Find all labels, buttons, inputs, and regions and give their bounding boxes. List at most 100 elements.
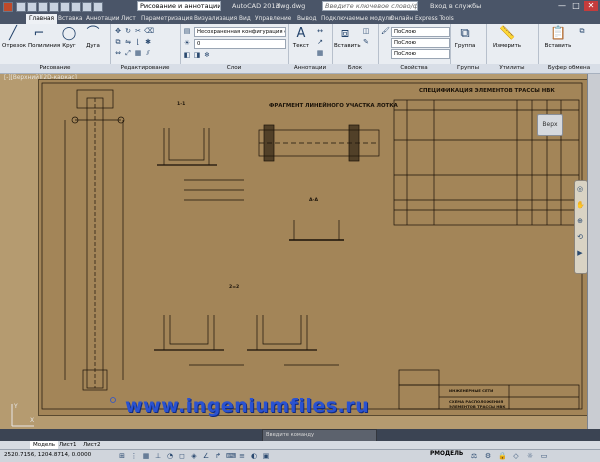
app-menu-icon[interactable] [3,2,13,12]
steering-wheel-icon[interactable]: ◎ [576,185,584,193]
paste-button[interactable]: 📋 Вставить [544,26,572,49]
groups-panel-label[interactable]: Группы [450,64,486,73]
stretch-icon[interactable]: ⇔ [114,49,122,57]
layer-bulb-icon[interactable]: ☀ [183,39,191,47]
quick-properties-icon[interactable]: ▣ [262,452,270,460]
quick-access-dropdown-icon[interactable] [93,2,103,12]
table-icon[interactable]: ▦ [316,49,324,57]
pan-icon[interactable]: ✋ [576,201,585,209]
trim-icon[interactable]: ✂ [134,27,142,35]
layout-tab-sheet1[interactable]: Лист1 [56,441,79,449]
tab-parametric[interactable]: Параметризация [138,14,196,24]
group-button[interactable]: ⧉ Группа [454,26,476,49]
isolate-objects-icon[interactable]: ☼ [526,452,534,460]
fillet-icon[interactable]: ⌊ [134,38,142,46]
layers-panel-label[interactable]: Слои [180,64,288,73]
model-space-toggle[interactable]: РМОДЕЛЬ [430,451,463,457]
tab-layout[interactable]: Лист [118,14,139,24]
new-file-icon[interactable] [16,2,26,12]
circle-button[interactable]: ◯ Круг [58,26,80,49]
lineweight-dropdown[interactable]: ПоСлою [391,49,450,59]
dimension-icon[interactable]: ↔ [316,27,324,35]
redo-icon[interactable] [82,2,92,12]
draw-panel-label[interactable]: Рисование [0,64,110,73]
3d-osnap-icon[interactable]: ◈ [190,452,198,460]
utilities-panel-label[interactable]: Утилиты [486,64,538,73]
insert-block-button[interactable]: ⧈ Вставить [334,26,361,49]
tab-annotate[interactable]: Аннотации [83,14,123,24]
color-dropdown[interactable]: ПоСлою [391,27,450,37]
block-panel-label[interactable]: Блок [332,64,378,73]
help-search-input[interactable]: Введите ключевое слово/фразу [322,1,418,11]
navigation-bar[interactable]: ◎ ✋ ⊕ ⟲ ▶ [574,180,588,274]
rotate-icon[interactable]: ↻ [124,27,132,35]
text-button[interactable]: A Текст [290,26,312,49]
layout-tab-model[interactable]: Модель [30,441,59,449]
viewcube[interactable]: Верх [535,110,563,138]
move-icon[interactable]: ✥ [114,27,122,35]
minimize-button[interactable]: — [555,1,569,11]
copy-clip-icon[interactable]: ⧉ [578,27,586,35]
polyline-button[interactable]: ⌐ Полилиния [28,26,60,49]
copy-icon[interactable]: ⧉ [114,38,122,46]
save-icon[interactable] [38,2,48,12]
array-icon[interactable]: ▦ [134,49,142,57]
tab-home[interactable]: Главная [26,14,58,24]
zoom-icon[interactable]: ⊕ [576,217,584,225]
tab-plugins[interactable]: Подключаемые модули [318,14,396,24]
leader-icon[interactable]: ↗ [316,38,324,46]
lock-icon[interactable]: 🔒 [498,452,507,460]
modify-panel-label[interactable]: Редактирование [110,64,180,73]
tab-render[interactable]: Визуализация [191,14,240,24]
arc-button[interactable]: ⌒ Дуга [82,26,104,49]
layout-tab-sheet2[interactable]: Лист2 [80,441,103,449]
object-snap-icon[interactable]: ◻ [178,452,186,460]
viewcube-top-face[interactable]: Верх [537,114,563,136]
save-as-icon[interactable] [49,2,59,12]
dynamic-ucs-icon[interactable]: ↱ [214,452,222,460]
maximize-button[interactable]: □ [569,1,583,11]
measure-button[interactable]: 📏 Измерить [492,26,522,49]
plot-icon[interactable] [60,2,70,12]
hardware-acceleration-icon[interactable]: ◇ [512,452,520,460]
clean-screen-icon[interactable]: ▭ [540,452,548,460]
grid-display-icon[interactable]: ▦ [142,452,150,460]
snap-mode-icon[interactable]: ⋮ [130,452,138,460]
transparency-icon[interactable]: ◐ [250,452,258,460]
layer-properties-icon[interactable]: ▤ [183,27,191,35]
mirror-icon[interactable]: ⇋ [124,38,132,46]
match-properties-icon[interactable]: 🖌 [381,27,390,35]
workspace-selector[interactable]: Рисование и аннотации [137,1,221,11]
annotation-panel-label[interactable]: Аннотации [288,64,332,73]
tab-output[interactable]: Вывод [294,14,320,24]
showmotion-icon[interactable]: ▶ [576,249,584,257]
clipboard-panel-label[interactable]: Буфер обмена [538,64,600,73]
ortho-mode-icon[interactable]: ⊥ [154,452,162,460]
annotation-scale-icon[interactable]: ⚖ [470,452,478,460]
orbit-icon[interactable]: ⟲ [576,233,584,241]
scale-icon[interactable]: ⤢ [124,49,132,57]
otrack-icon[interactable]: ∠ [202,452,210,460]
open-file-icon[interactable] [27,2,37,12]
vertical-scrollbar[interactable] [587,74,600,429]
tab-insert[interactable]: Вставка [55,14,86,24]
line-button[interactable]: ╱ Отрезок [2,26,26,49]
undo-icon[interactable] [71,2,81,12]
properties-panel-label[interactable]: Свойства [378,64,450,73]
layer-off-icon[interactable]: ◨ [193,51,201,59]
tab-express-tools[interactable]: Express Tools [412,14,457,24]
sign-in-button[interactable]: Вход в службы [430,2,481,10]
workspace-switch-icon[interactable]: ⚙ [484,452,492,460]
explode-icon[interactable]: ✱ [144,38,152,46]
edit-block-icon[interactable]: ✎ [362,38,370,46]
erase-icon[interactable]: ⌫ [144,27,154,35]
layer-state-dropdown[interactable]: Несохраненная конфигурация сло [194,27,286,37]
lineweight-toggle-icon[interactable]: ≡ [238,452,246,460]
linetype-dropdown[interactable]: ПоСлою [391,38,450,48]
current-layer-dropdown[interactable]: 0 [194,39,286,49]
offset-icon[interactable]: ⫽ [144,49,152,57]
dynamic-input-icon[interactable]: ⌨ [226,452,236,460]
create-block-icon[interactable]: ◫ [362,27,370,35]
layer-freeze-icon[interactable]: ❄ [203,51,211,59]
layer-isolate-icon[interactable]: ◧ [183,51,191,59]
